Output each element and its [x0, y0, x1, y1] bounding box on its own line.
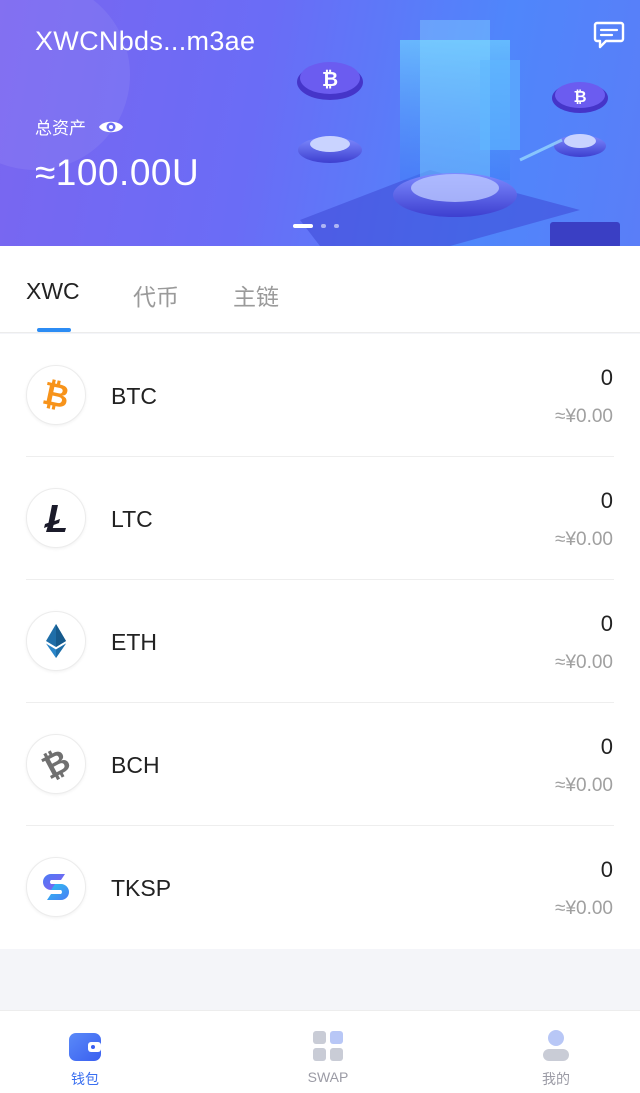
wallet-address[interactable]: XWCNbds...m3ae	[35, 26, 255, 57]
wallet-icon	[69, 1033, 101, 1061]
bottom-navigation: 钱包 SWAP 我的	[0, 1010, 640, 1093]
svg-text:₿: ₿	[36, 744, 76, 784]
total-assets-label: 总资产	[35, 119, 86, 138]
coin-row-ltc[interactable]: LTC 0 ≈¥0.00	[0, 457, 640, 580]
coin-fiat-value: ≈¥0.00	[555, 775, 613, 796]
coin-list: ₿ BTC 0 ≈¥0.00 LTC 0 ≈¥0.00 ETH 0 ≈¥0.00…	[0, 334, 640, 949]
coin-row-tksp[interactable]: TKSP 0 ≈¥0.00	[0, 826, 640, 949]
ethereum-icon	[26, 611, 86, 671]
carousel-dot[interactable]	[334, 224, 339, 228]
coin-row-btc[interactable]: ₿ BTC 0 ≈¥0.00	[0, 334, 640, 457]
coin-symbol: LTC	[111, 506, 153, 532]
svg-text:₿: ₿	[573, 87, 586, 106]
coin-symbol: TKSP	[111, 875, 172, 901]
nav-swap[interactable]: SWAP	[268, 1011, 388, 1093]
svg-text:₿: ₿	[39, 375, 72, 415]
tab-tokens[interactable]: 代币	[133, 278, 179, 312]
coin-amount: 0	[600, 365, 613, 390]
grid-apps-icon	[313, 1031, 343, 1061]
nav-label: SWAP	[307, 1069, 349, 1085]
asset-banner[interactable]: ₿ ₿ XWCNbds...m3ae 总资产 ≈100.00U	[0, 0, 640, 246]
total-assets-value: ≈100.00U	[35, 152, 200, 193]
nav-wallet[interactable]: 钱包	[25, 1011, 145, 1093]
nav-profile[interactable]: 我的	[496, 1011, 616, 1093]
nav-label: 钱包	[71, 1071, 99, 1087]
coin-amount: 0	[600, 734, 613, 759]
crypto-illustration: ₿ ₿	[297, 20, 620, 246]
coin-amount: 0	[600, 611, 613, 636]
tksp-icon	[26, 857, 86, 917]
coin-row-bch[interactable]: ₿ BCH 0 ≈¥0.00	[0, 703, 640, 826]
coin-fiat-value: ≈¥0.00	[555, 898, 613, 919]
bitcoin-icon: ₿	[26, 365, 86, 425]
coin-fiat-value: ≈¥0.00	[555, 529, 613, 550]
coin-row-eth[interactable]: ETH 0 ≈¥0.00	[0, 580, 640, 703]
bitcoin-cash-icon: ₿	[26, 734, 86, 794]
coin-fiat-value: ≈¥0.00	[555, 652, 613, 673]
carousel-dot[interactable]	[293, 224, 313, 228]
carousel-dot[interactable]	[321, 224, 326, 228]
active-tab-indicator	[37, 328, 71, 332]
coin-symbol: BTC	[111, 383, 157, 409]
coin-fiat-value: ≈¥0.00	[555, 406, 613, 427]
total-assets-row: 总资产	[35, 114, 124, 139]
nav-label: 我的	[542, 1071, 570, 1087]
litecoin-icon	[26, 488, 86, 548]
tab-xwc[interactable]: XWC	[26, 278, 80, 305]
tab-mainchain[interactable]: 主链	[233, 278, 279, 312]
coin-symbol: ETH	[111, 629, 157, 655]
coin-amount: 0	[600, 857, 613, 882]
svg-text:₿: ₿	[322, 67, 338, 91]
eye-icon[interactable]	[98, 118, 124, 136]
chat-message-icon[interactable]	[593, 20, 625, 50]
user-profile-icon	[543, 1030, 569, 1061]
carousel-indicator	[293, 224, 339, 228]
coin-amount: 0	[600, 488, 613, 513]
asset-tabs: XWC 代币 主链	[0, 246, 640, 333]
coin-symbol: BCH	[111, 752, 160, 778]
